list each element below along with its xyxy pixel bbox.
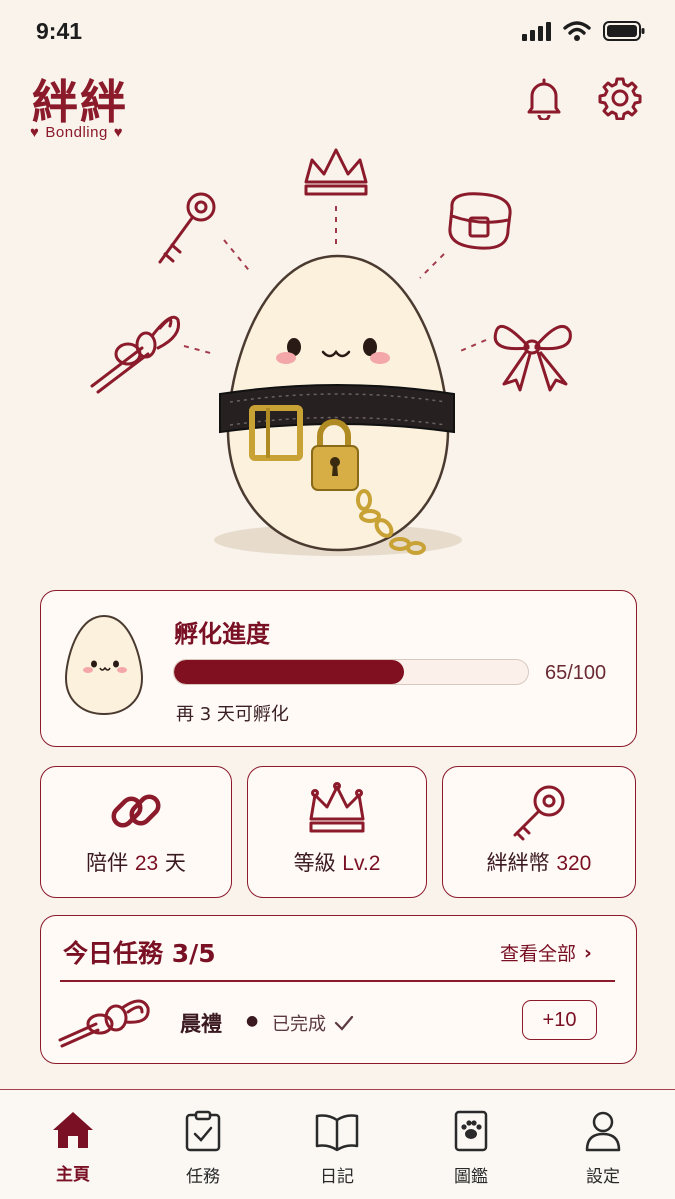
rope-knot-icon <box>90 315 181 394</box>
egg-avatar <box>64 614 144 716</box>
hatch-progress-bar <box>173 659 529 685</box>
chain-link-icon <box>111 794 161 828</box>
user-icon <box>585 1111 621 1152</box>
stat-label: 等級 Lv.2 <box>293 851 381 875</box>
task-name: 晨禮 <box>180 1012 222 1036</box>
settings-button[interactable] <box>598 76 642 120</box>
bow-icon <box>493 324 572 392</box>
pet-illustration <box>90 148 572 556</box>
status-bar: 9:41 <box>0 0 675 64</box>
tab-home[interactable]: 主頁 <box>28 1110 118 1185</box>
hatch-progress-title: 孵化進度 <box>174 620 270 648</box>
separator-dot: ● <box>246 1013 259 1029</box>
view-all-link[interactable]: 查看全部 › <box>500 939 592 966</box>
tab-diary[interactable]: 日記 <box>292 1110 382 1187</box>
crown-icon <box>309 782 365 833</box>
crown-icon <box>304 148 368 196</box>
key-icon <box>513 785 565 841</box>
task-status: 已完成 <box>272 1010 354 1036</box>
paw-book-icon <box>454 1110 488 1152</box>
app-subtitle-text: Bondling <box>45 124 108 141</box>
chevron-right-icon: › <box>584 941 592 964</box>
collar-icon <box>448 192 512 250</box>
hatch-progress-note: 再 3 天可孵化 <box>176 704 289 725</box>
book-icon <box>315 1114 359 1152</box>
hatch-progress-fill <box>174 660 405 684</box>
tab-collection[interactable]: 圖鑑 <box>426 1110 516 1187</box>
home-icon <box>53 1112 93 1148</box>
status-icons <box>521 20 645 42</box>
key-icon <box>158 192 216 264</box>
app-subtitle: ♥ Bondling ♥ <box>30 124 123 141</box>
bell-icon <box>527 78 561 120</box>
wifi-icon <box>563 21 591 41</box>
status-time: 9:41 <box>36 18 83 44</box>
stat-card-coins[interactable]: 絆絆幣 320 <box>442 766 636 898</box>
app-title: 絆絆 <box>32 75 128 129</box>
clipboard-icon <box>185 1110 221 1152</box>
task-reward-badge[interactable]: +10 <box>522 1000 597 1040</box>
stat-card-companionship[interactable]: 陪伴 23 天 <box>40 766 232 898</box>
signal-icon <box>522 22 551 41</box>
battery-icon <box>603 21 645 41</box>
gear-icon <box>598 77 642 120</box>
checkmark-icon <box>334 1015 354 1031</box>
daily-tasks-title: 今日任務 3/5 <box>63 939 216 968</box>
stat-label: 絆絆幣 320 <box>486 851 592 875</box>
heart-icon: ♥ <box>30 124 40 141</box>
rope-knot-icon <box>58 999 150 1048</box>
heart-icon: ♥ <box>113 124 124 141</box>
tab-tasks[interactable]: 任務 <box>158 1110 248 1187</box>
hatch-progress-value: 65/100 <box>545 662 607 684</box>
stat-label: 陪伴 23 天 <box>86 851 186 875</box>
tab-settings[interactable]: 設定 <box>558 1110 648 1187</box>
divider <box>60 980 615 982</box>
stat-card-level[interactable]: 等級 Lv.2 <box>247 766 427 898</box>
notification-button[interactable] <box>522 76 566 120</box>
